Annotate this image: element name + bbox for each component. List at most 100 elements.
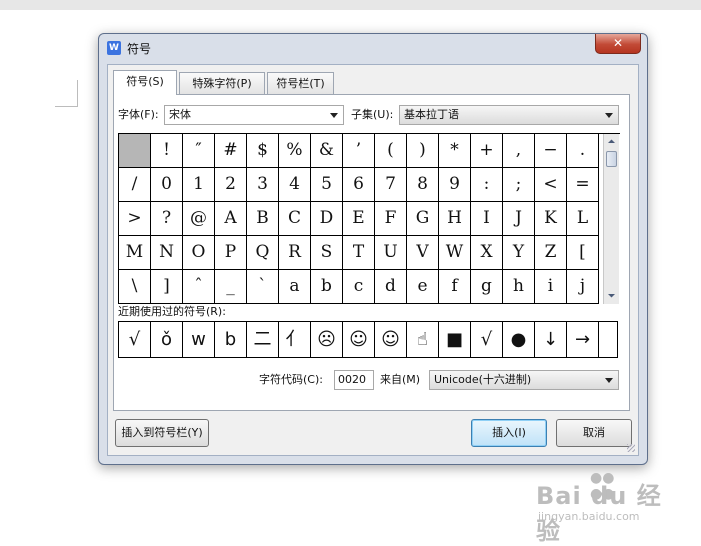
tab-symbol-bar[interactable]: 符号栏(T) <box>267 72 334 94</box>
resize-grip-icon[interactable] <box>627 444 635 452</box>
symbol-cell[interactable]: 5 <box>311 168 343 202</box>
symbol-cell[interactable]: + <box>471 134 503 168</box>
symbol-cell[interactable]: ` <box>247 270 279 304</box>
symbol-cell[interactable]: & <box>311 134 343 168</box>
symbol-grid-scrollbar[interactable] <box>603 134 619 304</box>
symbol-cell[interactable]: P <box>215 236 247 270</box>
symbol-cell[interactable]: 6 <box>343 168 375 202</box>
symbol-cell[interactable]: 8 <box>407 168 439 202</box>
symbol-cell[interactable]: 9 <box>439 168 471 202</box>
symbol-cell[interactable]: M <box>119 236 151 270</box>
recent-symbol-cell[interactable]: √ <box>119 322 151 357</box>
symbol-cell[interactable]: _ <box>215 270 247 304</box>
symbol-cell[interactable]: 1 <box>183 168 215 202</box>
symbol-cell[interactable]: K <box>535 202 567 236</box>
symbol-cell[interactable]: V <box>407 236 439 270</box>
symbol-cell[interactable]: O <box>183 236 215 270</box>
symbol-cell[interactable]: Q <box>247 236 279 270</box>
symbol-cell[interactable]: H <box>439 202 471 236</box>
recent-symbol-cell[interactable]: ↓ <box>535 322 567 357</box>
symbol-cell[interactable]: # <box>215 134 247 168</box>
recent-symbol-cell[interactable]: 二 <box>247 322 279 357</box>
symbol-cell[interactable]: $ <box>247 134 279 168</box>
symbol-cell[interactable]: W <box>439 236 471 270</box>
symbol-cell[interactable]: 4 <box>279 168 311 202</box>
symbol-cell[interactable]: 3 <box>247 168 279 202</box>
symbol-cell[interactable]: , <box>503 134 535 168</box>
symbol-cell[interactable]: F <box>375 202 407 236</box>
symbol-cell[interactable]: . <box>567 134 599 168</box>
symbol-cell[interactable]: L <box>567 202 599 236</box>
symbol-cell[interactable]: ! <box>151 134 183 168</box>
char-code-input[interactable]: 0020 <box>334 370 374 390</box>
cancel-button[interactable]: 取消 <box>556 419 632 447</box>
symbol-cell[interactable]: b <box>311 270 343 304</box>
font-select[interactable]: 宋体 <box>164 105 344 125</box>
recent-symbol-cell[interactable]: b <box>215 322 247 357</box>
subset-select[interactable]: 基本拉丁语 <box>399 105 619 125</box>
symbol-cell[interactable]: B <box>247 202 279 236</box>
recent-symbol-cell[interactable]: w <box>183 322 215 357</box>
symbol-cell[interactable]: < <box>535 168 567 202</box>
symbol-cell[interactable]: D <box>311 202 343 236</box>
recent-symbol-cell[interactable]: ☹ <box>311 322 343 357</box>
scrollbar-thumb[interactable] <box>606 151 617 167</box>
symbol-cell[interactable]: 2 <box>215 168 247 202</box>
symbol-cell[interactable]: a <box>279 270 311 304</box>
symbol-cell[interactable]: − <box>535 134 567 168</box>
recent-symbol-cell[interactable]: ☺ <box>343 322 375 357</box>
symbol-cell[interactable]: g <box>471 270 503 304</box>
insert-to-symbol-bar-button[interactable]: 插入到符号栏(Y) <box>115 419 209 447</box>
symbol-cell[interactable]: G <box>407 202 439 236</box>
recent-symbol-cell[interactable]: √ <box>471 322 503 357</box>
symbol-cell[interactable]: j <box>567 270 599 304</box>
symbol-cell[interactable]: ˆ <box>183 270 215 304</box>
symbol-cell[interactable]: T <box>343 236 375 270</box>
symbol-cell[interactable]: @ <box>183 202 215 236</box>
symbol-cell[interactable]: c <box>343 270 375 304</box>
symbol-cell[interactable]: ; <box>503 168 535 202</box>
symbol-cell[interactable]: N <box>151 236 183 270</box>
symbol-cell[interactable]: [ <box>567 236 599 270</box>
symbol-cell[interactable]: Y <box>503 236 535 270</box>
close-button[interactable]: ✕ <box>595 34 641 54</box>
scroll-down-arrow-icon[interactable] <box>606 290 617 301</box>
symbol-cell[interactable]: : <box>471 168 503 202</box>
symbol-cell[interactable]: 0 <box>151 168 183 202</box>
symbol-cell[interactable]: E <box>343 202 375 236</box>
symbol-cell[interactable]: f <box>439 270 471 304</box>
symbol-cell[interactable]: ( <box>375 134 407 168</box>
symbol-cell[interactable]: / <box>119 168 151 202</box>
symbol-cell[interactable]: U <box>375 236 407 270</box>
recent-symbol-cell[interactable]: ☝ <box>407 322 439 357</box>
symbol-cell[interactable]: ? <box>151 202 183 236</box>
symbol-cell[interactable]: R <box>279 236 311 270</box>
symbol-cell[interactable]: d <box>375 270 407 304</box>
scroll-up-arrow-icon[interactable] <box>606 136 617 147</box>
symbol-cell[interactable]: \ <box>119 270 151 304</box>
symbol-cell[interactable]: h <box>503 270 535 304</box>
symbol-cell[interactable]: = <box>567 168 599 202</box>
symbol-cell[interactable]: e <box>407 270 439 304</box>
symbol-cell[interactable]: > <box>119 202 151 236</box>
symbol-cell[interactable]: S <box>311 236 343 270</box>
symbol-cell[interactable] <box>119 134 151 168</box>
title-bar[interactable]: W 符号 ✕ <box>99 34 647 62</box>
recent-symbol-cell[interactable]: ☺ <box>375 322 407 357</box>
insert-button[interactable]: 插入(I) <box>471 419 547 447</box>
recent-symbol-cell[interactable]: → <box>567 322 599 357</box>
symbol-cell[interactable]: * <box>439 134 471 168</box>
symbol-cell[interactable]: ’ <box>343 134 375 168</box>
recent-symbol-cell[interactable]: ● <box>503 322 535 357</box>
symbol-cell[interactable]: Z <box>535 236 567 270</box>
recent-symbol-cell[interactable]: 亻 <box>279 322 311 357</box>
symbol-cell[interactable]: I <box>471 202 503 236</box>
symbol-cell[interactable]: ) <box>407 134 439 168</box>
tab-symbols[interactable]: 符号(S) <box>113 70 177 95</box>
symbol-cell[interactable]: A <box>215 202 247 236</box>
recent-symbol-cell[interactable]: ■ <box>439 322 471 357</box>
from-select[interactable]: Unicode(十六进制) <box>429 370 619 390</box>
recent-symbol-cell[interactable]: ǒ <box>151 322 183 357</box>
tab-special-characters[interactable]: 特殊字符(P) <box>179 72 265 94</box>
symbol-cell[interactable]: 7 <box>375 168 407 202</box>
